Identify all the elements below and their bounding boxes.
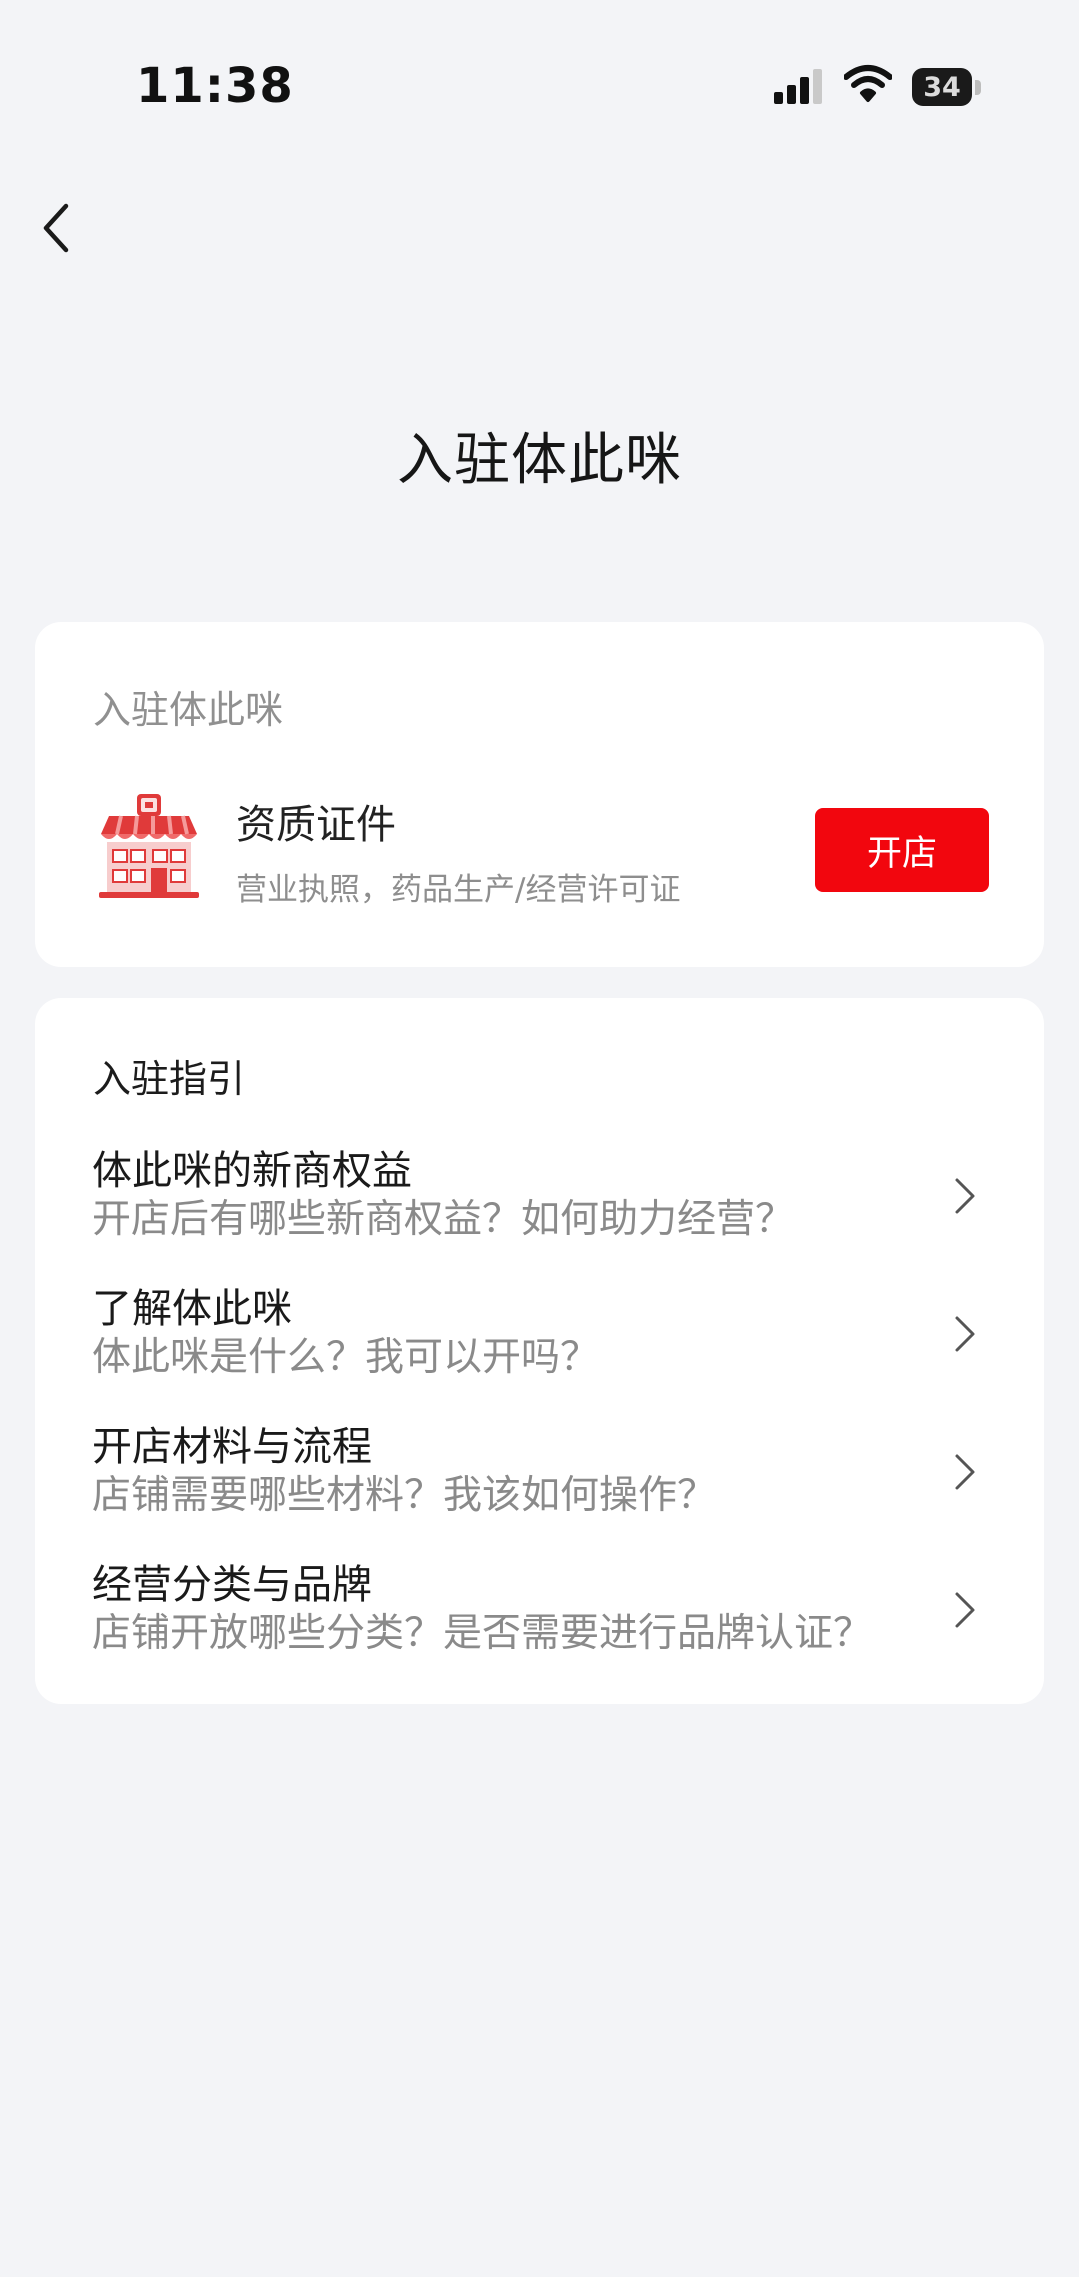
guide-item-subtitle: 店铺需要哪些材料？我该如何操作？ [92, 1473, 717, 1518]
guide-item-about[interactable]: 了解体此咪 体此咪是什么？我可以开吗？ [35, 1276, 1044, 1406]
open-shop-button[interactable]: 开店 [815, 808, 989, 892]
guide-item-subtitle: 店铺开放哪些分类？是否需要进行品牌认证？ [92, 1611, 873, 1656]
guide-item-subtitle: 开店后有哪些新商权益？如何助力经营？ [92, 1197, 795, 1242]
page-title: 入驻体此咪 [397, 428, 682, 493]
signal-icon [774, 69, 822, 104]
status-bar: 11:38 34 [0, 0, 1079, 175]
chevron-right-icon [955, 1178, 975, 1214]
page: 11:38 34 入驻体此咪 入驻体此咪 资质证件 营业执照，药品生产/经营许可… [0, 0, 1079, 2277]
onboarding-guide-card: 入驻指引 体此咪的新商权益 开店后有哪些新商权益？如何助力经营？ 了解体此咪 体… [35, 998, 1044, 1704]
guide-item-categories-brands[interactable]: 经营分类与品牌 店铺开放哪些分类？是否需要进行品牌认证？ [35, 1552, 1044, 1682]
back-chevron-left-icon[interactable] [36, 198, 86, 258]
shop-card-header: 入驻体此咪 [93, 688, 284, 732]
qualification-title: 资质证件 [236, 802, 396, 848]
battery-tip [975, 80, 981, 95]
qualification-subtitle: 营业执照，药品生产/经营许可证 [236, 872, 681, 908]
chevron-right-icon [955, 1592, 975, 1628]
battery-icon: 34 [912, 68, 972, 106]
guide-card-header: 入驻指引 [93, 1057, 246, 1101]
shop-onboarding-card: 入驻体此咪 资质证件 营业执照，药品生产/经营许可证 开店 [35, 622, 1044, 967]
chevron-right-icon [955, 1316, 975, 1352]
wifi-icon [844, 65, 892, 102]
guide-item-new-merchant-benefits[interactable]: 体此咪的新商权益 开店后有哪些新商权益？如何助力经营？ [35, 1138, 1044, 1268]
status-time: 11:38 [136, 58, 294, 114]
chevron-right-icon [955, 1454, 975, 1490]
guide-item-subtitle: 体此咪是什么？我可以开吗？ [92, 1335, 600, 1380]
guide-item-materials-process[interactable]: 开店材料与流程 店铺需要哪些材料？我该如何操作？ [35, 1414, 1044, 1544]
storefront-icon [99, 794, 199, 898]
